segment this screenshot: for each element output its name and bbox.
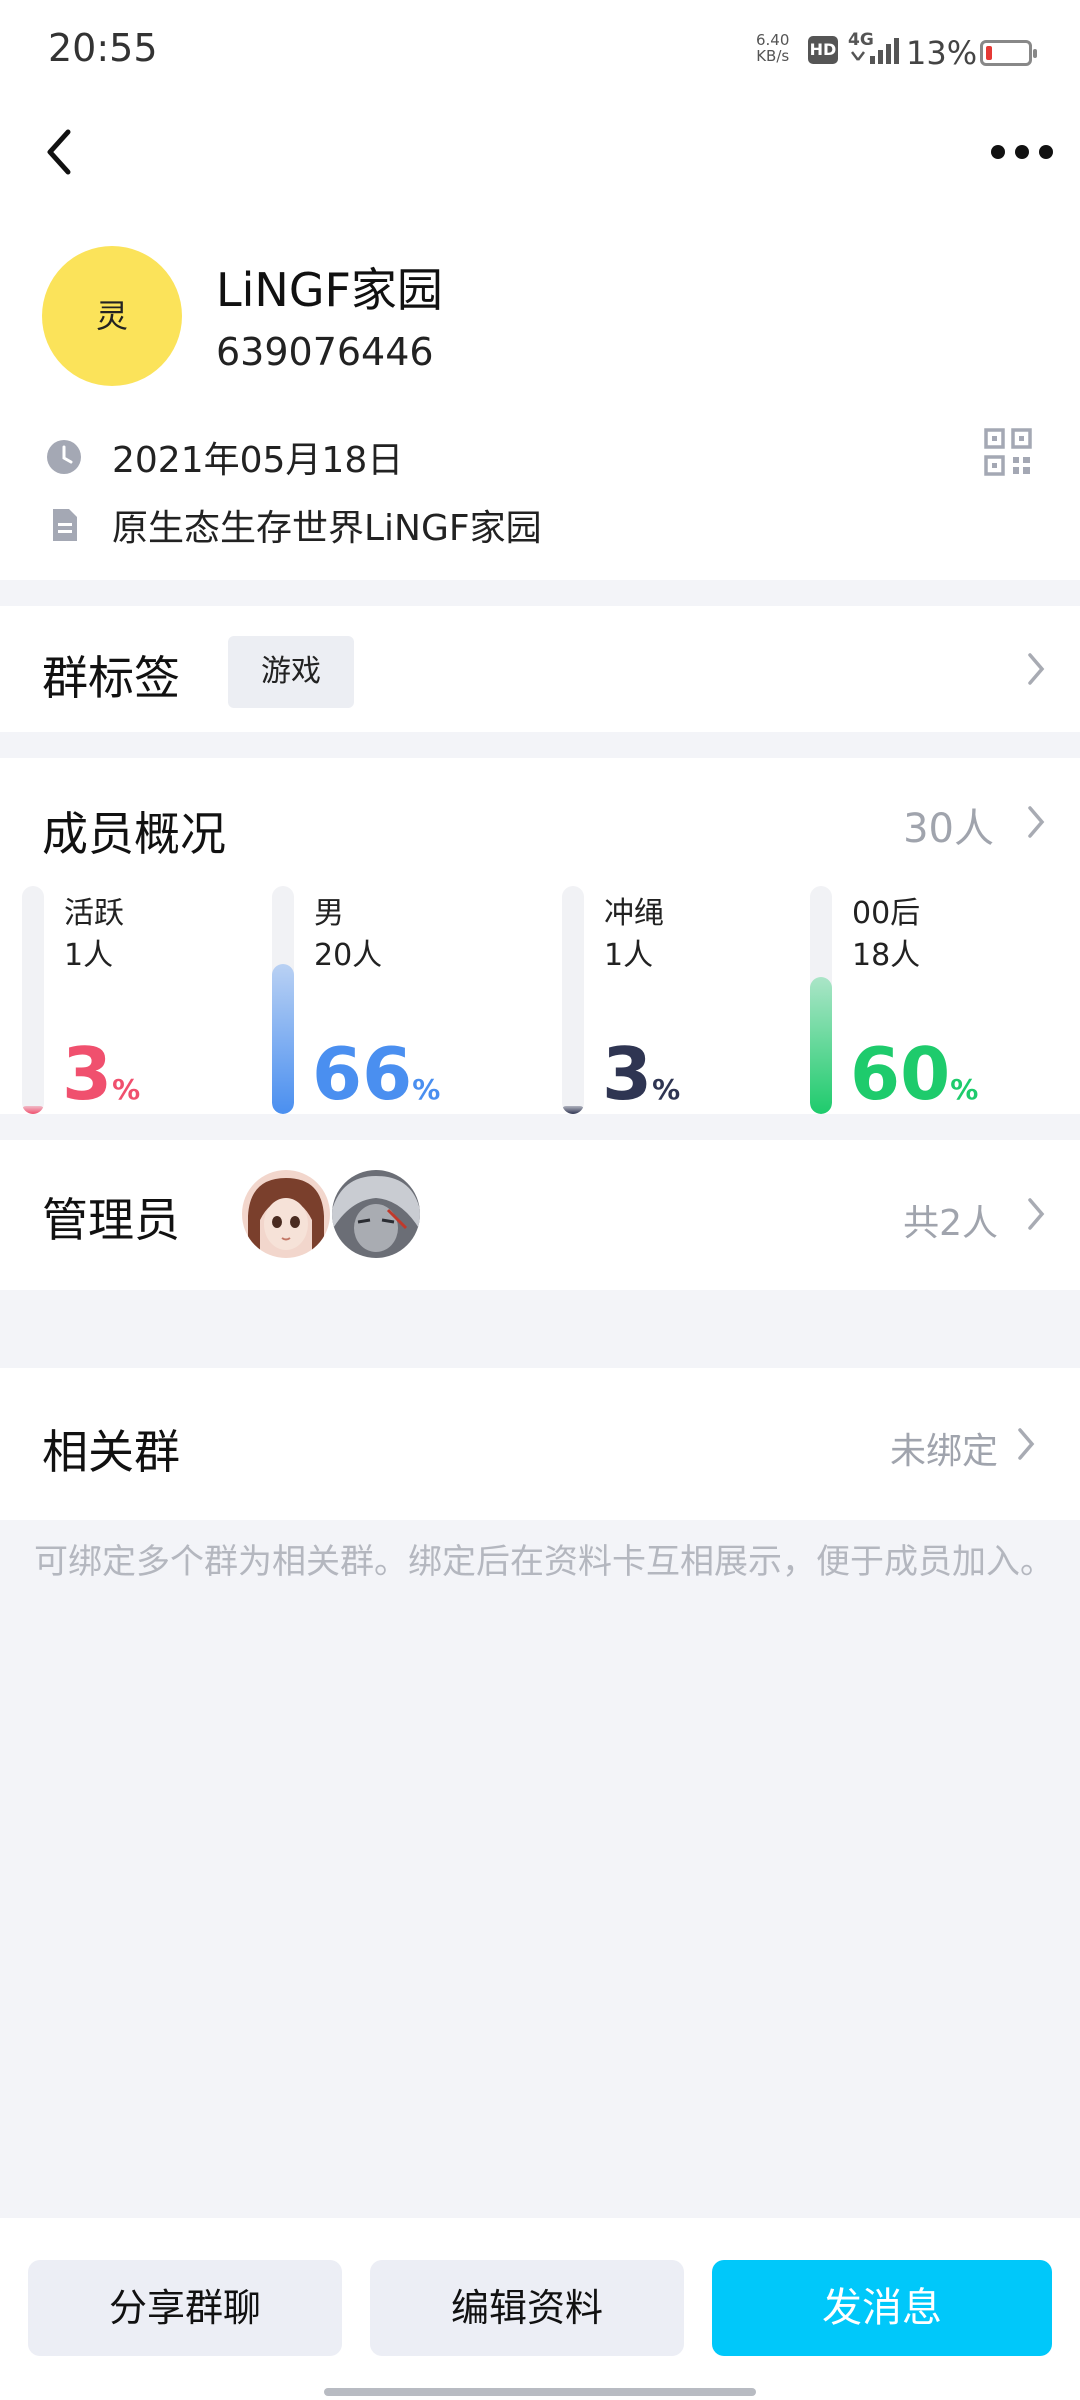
description-row: 原生态生存世界LiNGF家园 [46,500,542,550]
battery-icon [980,40,1037,66]
stat-label: 活跃 [64,896,124,931]
stat-percent-value: 3 [602,1032,653,1116]
network-speed-unit: KB/s [756,47,790,65]
stat-label: 00后 [852,896,921,931]
ellipsis-icon[interactable] [990,142,1054,162]
stat-bar [562,1106,584,1114]
stat-bar-track [810,886,832,1114]
network-speed-value: 6.40 [756,31,790,49]
related-groups-row[interactable]: 相关群 未绑定 [0,1368,1080,1520]
stat-age: 00后 18人 60% [810,886,1050,1122]
home-indicator[interactable] [324,2388,756,2396]
stat-active: 活跃 1人 3% [22,886,262,1122]
stat-count: 1人 [604,938,654,973]
stat-bar-track [272,886,294,1114]
stat-percent-value: 3 [62,1032,113,1116]
member-overview[interactable]: 成员概况 30人 活跃 1人 3% 男 20人 66% 冲绳 1人 3% 00后… [0,758,1080,1114]
qr-code-icon[interactable] [984,428,1032,476]
admins-row[interactable]: 管理员 共2人 [0,1140,1080,1290]
send-message-button[interactable]: 发消息 [712,2260,1052,2356]
share-group-button[interactable]: 分享群聊 [28,2260,342,2356]
battery-percent: 13% [906,34,978,72]
network-speed: 6.40 KB/s [756,32,789,64]
bottom-action-bar: 分享群聊 编辑资料 发消息 [0,2218,1080,2400]
admins-title: 管理员 [42,1193,180,1247]
related-hint: 可绑定多个群为相关群。绑定后在资料卡互相展示，便于成员加入。 [34,1542,1054,1582]
hd-icon: HD [808,36,838,64]
tag-chip: 游戏 [228,636,354,708]
group-name: LiNGF家园 [216,263,443,317]
avatar [242,1170,330,1258]
stat-bar [810,977,832,1114]
chevron-right-icon [1018,1428,1035,1460]
related-status: 未绑定 [889,1431,998,1472]
stat-percent-value: 66 [312,1032,413,1116]
stat-region: 冲绳 1人 3% [562,886,802,1122]
group-profile-header: 灵 LiNGF家园 639076446 2021年05月18日 原生态生存世界L… [0,100,1080,580]
stat-percent: 3% [602,1034,680,1130]
related-title: 相关群 [42,1425,180,1479]
stat-bar [272,964,294,1114]
chevron-right-icon [1028,653,1045,685]
group-avatar[interactable]: 灵 [42,246,182,386]
clock-icon [47,440,81,474]
avatar [332,1170,420,1258]
chevron-right-icon [1028,806,1045,838]
stat-percent-unit: % [412,1073,441,1106]
stat-bar-track [22,886,44,1114]
stat-percent: 60% [850,1034,978,1130]
group-tags-row[interactable]: 群标签 游戏 [0,606,1080,732]
stat-label: 男 [314,896,344,931]
stat-count: 1人 [64,938,114,973]
document-icon [53,509,77,541]
created-date: 2021年05月18日 [112,440,404,481]
stat-label: 冲绳 [604,896,664,931]
member-total: 30人 [903,806,994,852]
stat-percent-value: 60 [850,1032,951,1116]
tags-title: 群标签 [42,651,180,705]
admin-count: 共2人 [903,1203,998,1244]
signal-icon: 4G [848,30,900,68]
created-date-row: 2021年05月18日 [46,432,403,482]
stat-count: 18人 [852,938,921,973]
group-description: 原生态生存世界LiNGF家园 [112,508,542,549]
stat-bar-track [562,886,584,1114]
edit-profile-button[interactable]: 编辑资料 [370,2260,684,2356]
stat-percent: 66% [312,1034,440,1130]
stat-bar [22,1106,44,1114]
stat-percent-unit: % [652,1073,681,1106]
members-title: 成员概况 [42,807,226,861]
chevron-left-icon[interactable] [40,124,80,180]
status-bar: 20:55 6.40 KB/s HD 4G 13% [0,0,1080,100]
status-time: 20:55 [48,26,158,70]
stat-percent-unit: % [950,1073,979,1106]
stat-male: 男 20人 66% [272,886,512,1122]
stat-count: 20人 [314,938,383,973]
group-id: 639076446 [216,330,434,374]
stat-percent: 3% [62,1034,140,1130]
stat-percent-unit: % [112,1073,141,1106]
chevron-right-icon [1028,1198,1045,1230]
